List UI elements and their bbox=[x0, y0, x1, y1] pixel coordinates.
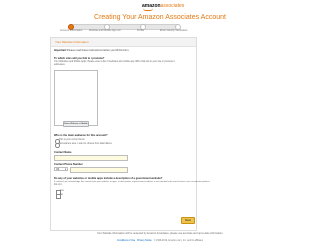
step-label-3: Profile bbox=[137, 29, 145, 32]
logo-sub: associates bbox=[160, 3, 185, 9]
phone-country-select[interactable]: US ▾ bbox=[54, 167, 68, 171]
contact-phone-label: Contact Phone Number bbox=[54, 163, 83, 166]
footer-links: Conditions of Use Privacy Notice © 1996-… bbox=[0, 240, 320, 242]
step-label-2: Website and Mobile App List bbox=[89, 29, 121, 32]
page: amazonassociates Creating Your Amazon As… bbox=[0, 0, 320, 251]
add-website-button[interactable]: Enter Website or Mobile bbox=[63, 121, 89, 127]
ownership-help-2: link to it. bbox=[54, 184, 63, 186]
websites-textarea[interactable] bbox=[54, 70, 98, 126]
ownership-question: Do any of your websites or mobile apps i… bbox=[54, 177, 163, 180]
contact-name-label: Contact Name bbox=[54, 151, 72, 154]
intro-text: Please read these instructions before yo… bbox=[67, 49, 130, 52]
next-button[interactable]: Next bbox=[181, 217, 195, 224]
page-title: Creating Your Amazon Associates Account bbox=[94, 14, 226, 21]
contact-phone-input[interactable] bbox=[70, 167, 128, 173]
ownership-yes-label: Yes bbox=[60, 190, 64, 192]
ownership-help: If selected, you acknowledge that conten… bbox=[54, 181, 210, 183]
footer-note: Your Website Information will be reviewe… bbox=[96, 232, 224, 235]
ownership-no-label: No bbox=[60, 194, 63, 196]
conditions-of-use-link[interactable]: Conditions of Use bbox=[117, 240, 135, 242]
intro-label: Important: bbox=[54, 49, 67, 52]
websites-help-2: addresses. bbox=[54, 64, 66, 66]
audience-option-yes: This is your current focus bbox=[59, 139, 85, 141]
copyright: © 1996-2019, Amazon.com, Inc. and its af… bbox=[153, 240, 203, 242]
audience-option-no: Somewhere else. I want to choose from al… bbox=[59, 143, 113, 145]
websites-question: To which sites will you link to / promot… bbox=[54, 57, 105, 60]
panel-heading: Your Website Information bbox=[55, 40, 89, 44]
contact-name-input[interactable] bbox=[54, 155, 128, 161]
panel-header: Your Website Information bbox=[51, 38, 196, 47]
step-label-1: Account Information bbox=[60, 29, 83, 32]
websites-help: Your Websites and Mobile Apps: Please en… bbox=[54, 61, 176, 63]
phone-country-value: US bbox=[56, 169, 60, 171]
audience-question: Who is the main audience for this accoun… bbox=[54, 134, 108, 137]
smile-icon bbox=[143, 8, 153, 11]
privacy-notice-link[interactable]: Privacy Notice bbox=[137, 240, 152, 242]
amazon-associates-logo[interactable]: amazonassociates bbox=[142, 3, 185, 11]
step-label-4: Enter Identity Verification bbox=[160, 29, 188, 32]
chevron-down-icon: ▾ bbox=[64, 169, 66, 171]
